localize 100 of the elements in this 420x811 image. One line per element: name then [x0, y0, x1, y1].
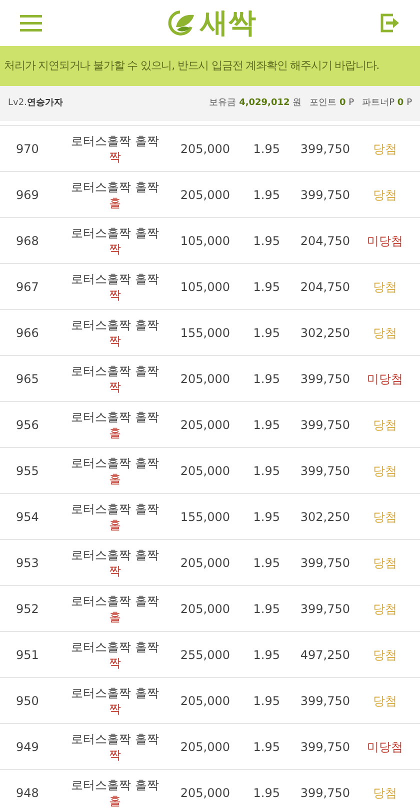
bet-result: 당첨	[372, 600, 398, 618]
odds: 1.95	[252, 186, 280, 204]
payout: 399,750	[299, 554, 350, 572]
payout: 302,250	[299, 324, 350, 342]
bet-number: 968	[15, 232, 40, 250]
payout: 497,250	[299, 646, 350, 664]
game-name: 로터스홀짝 홀짝	[71, 132, 159, 148]
bet-amount: 205,000	[179, 416, 230, 434]
odds: 1.95	[252, 462, 280, 480]
partner-point-text: 파트너P 0 P	[362, 96, 412, 110]
bet-number: 965	[15, 370, 40, 388]
game-name: 로터스홀짝 홀짝	[71, 454, 159, 470]
bet-result: 당첨	[372, 324, 398, 342]
bet-pick: 홀	[109, 194, 121, 210]
payout: 204,750	[299, 232, 350, 250]
game-name: 로터스홀짝 홀짝	[71, 730, 159, 746]
bet-result: 당첨	[372, 646, 398, 664]
payout: 399,750	[299, 140, 350, 158]
menu-icon	[20, 14, 42, 32]
payout: 399,750	[299, 462, 350, 480]
odds: 1.95	[252, 738, 280, 756]
user-level: Lv2.연승가자	[8, 96, 63, 110]
bet-amount: 205,000	[179, 600, 230, 618]
bet-amount: 105,000	[179, 232, 230, 250]
bet-pick: 짝	[109, 240, 121, 256]
bet-number: 967	[15, 278, 40, 296]
odds: 1.95	[252, 278, 280, 296]
odds: 1.95	[252, 140, 280, 158]
payout: 399,750	[299, 370, 350, 388]
bet-pick: 짝	[109, 332, 121, 348]
bet-amount: 205,000	[179, 738, 230, 756]
payout: 399,750	[299, 186, 350, 204]
bet-pick: 홀	[109, 608, 121, 624]
bet-result: 당첨	[372, 416, 398, 434]
game-name: 로터스홀짝 홀짝	[71, 270, 159, 286]
payout: 399,750	[299, 738, 350, 756]
payout: 399,750	[299, 416, 350, 434]
bet-pick: 홀	[109, 424, 121, 440]
bet-result: 당첨	[372, 140, 398, 158]
odds: 1.95	[252, 324, 280, 342]
odds: 1.95	[252, 600, 280, 618]
point-text: 포인트 0 P	[310, 96, 354, 110]
bet-amount: 155,000	[179, 508, 230, 526]
game-name: 로터스홀짝 홀짝	[71, 178, 159, 194]
bet-number: 956	[15, 416, 40, 434]
bet-amount: 205,000	[179, 370, 230, 388]
game-name: 로터스홀짝 홀짝	[71, 224, 159, 240]
balance-text: 보유금 4,029,012 원	[209, 96, 302, 110]
bet-result: 당첨	[372, 784, 398, 802]
bet-number: 969	[15, 186, 40, 204]
bet-pick: 짝	[109, 286, 121, 302]
payout: 399,750	[299, 784, 350, 802]
bet-amount: 155,000	[179, 324, 230, 342]
bet-result: 미당첨	[366, 232, 404, 250]
bet-result: 당첨	[372, 692, 398, 710]
bet-pick: 홀	[109, 516, 121, 532]
bet-number: 951	[15, 646, 40, 664]
bet-pick: 짝	[109, 378, 121, 394]
bet-result: 당첨	[372, 462, 398, 480]
bet-result: 미당첨	[366, 370, 404, 388]
bet-amount: 105,000	[179, 278, 230, 296]
bet-amount: 205,000	[179, 140, 230, 158]
bet-number: 948	[15, 784, 40, 802]
odds: 1.95	[252, 232, 280, 250]
game-name: 로터스홀짝 홀짝	[71, 316, 159, 332]
game-name: 로터스홀짝 홀짝	[71, 408, 159, 424]
game-name: 로터스홀짝 홀짝	[71, 776, 159, 792]
notice-banner: 처리가 지연되거나 불가할 수 있으니, 반드시 입금전 계좌확인 해주시기 바랍니다.	[0, 46, 420, 86]
odds: 1.95	[252, 508, 280, 526]
bet-amount: 205,000	[179, 462, 230, 480]
bet-number: 953	[15, 554, 40, 572]
bet-result: 당첨	[372, 554, 398, 572]
bet-pick: 홀	[109, 792, 121, 808]
payout: 204,750	[299, 278, 350, 296]
bet-number: 954	[15, 508, 40, 526]
bet-amount: 205,000	[179, 692, 230, 710]
game-name: 로터스홀짝 홀짝	[71, 638, 159, 654]
odds: 1.95	[252, 784, 280, 802]
payout: 302,250	[299, 508, 350, 526]
bet-number: 952	[15, 600, 40, 618]
payout: 399,750	[299, 692, 350, 710]
game-name: 로터스홀짝 홀짝	[71, 546, 159, 562]
payout: 399,750	[299, 600, 350, 618]
game-name: 로터스홀짝 홀짝	[71, 362, 159, 378]
odds: 1.95	[252, 416, 280, 434]
logo-text: 새싹	[200, 9, 256, 37]
bet-result: 당첨	[372, 508, 398, 526]
bet-pick: 짝	[109, 562, 121, 578]
odds: 1.95	[252, 370, 280, 388]
bet-result: 당첨	[372, 186, 398, 204]
odds: 1.95	[252, 554, 280, 572]
bet-number: 970	[15, 140, 40, 158]
exit-icon	[380, 13, 400, 33]
game-name: 로터스홀짝 홀짝	[71, 684, 159, 700]
bet-number: 949	[15, 738, 40, 756]
bet-amount: 255,000	[179, 646, 230, 664]
bet-amount: 205,000	[179, 784, 230, 802]
bet-amount: 205,000	[179, 554, 230, 572]
game-name: 로터스홀짝 홀짝	[71, 500, 159, 516]
bet-pick: 짝	[109, 700, 121, 716]
